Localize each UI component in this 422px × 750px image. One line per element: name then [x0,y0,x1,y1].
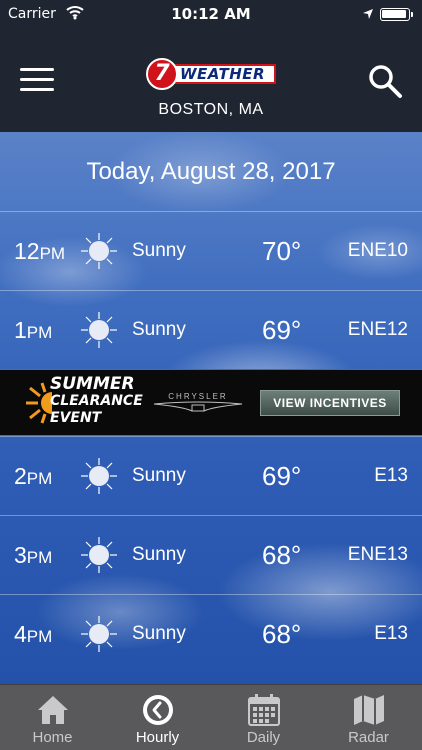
app-header: WEATHER 7 BOSTON, MA [0,28,422,132]
tab-daily[interactable]: Daily [211,685,316,750]
date-heading: Today, August 28, 2017 [86,158,336,185]
sun-icon [81,458,117,494]
hour-row[interactable]: 1PM Sunny 69° ENE12 [0,290,422,369]
temperature: 68° [262,540,302,570]
hour-row[interactable]: 12PM Sunny 70° ENE10 [0,211,422,290]
search-icon[interactable] [366,62,404,100]
tab-label: Daily [246,729,281,746]
tab-radar[interactable]: Radar [316,685,421,750]
sun-icon [81,312,117,348]
wind: ENE12 [347,319,408,340]
tab-label: Hourly [135,729,180,746]
tab-label: Radar [348,729,389,746]
hour-time: 2PM [14,463,53,489]
map-icon [354,695,384,725]
menu-icon[interactable] [20,68,54,94]
ad-headline: SUMMER CLEARANCE EVENT [50,374,143,427]
sun-icon [81,616,117,652]
hour-time: 4PM [14,621,53,647]
status-bar: Carrier 10:12 AM [0,0,422,28]
wind: ENE10 [347,240,408,261]
sun-icon [81,233,117,269]
condition: Sunny [132,319,186,340]
sun-icon [81,537,117,573]
location-label: BOSTON, MA [158,101,264,118]
temperature: 70° [262,236,302,266]
logo-badge: 7 [146,58,178,90]
hour-time: 3PM [14,542,53,568]
ad-brand: CHRYSLER [168,392,228,401]
temperature: 68° [262,619,302,649]
wind: E13 [374,623,408,644]
clock: 10:12 AM [171,5,251,23]
ad-banner[interactable]: SUMMER CLEARANCE EVENT CHRYSLER VIEW INC… [0,369,422,436]
hour-row[interactable]: 3PM Sunny 68° ENE13 [0,515,422,594]
clock-icon [143,695,173,725]
condition: Sunny [132,623,186,644]
hour-time: 12PM [14,238,66,264]
wind: ENE13 [347,544,408,565]
tab-home[interactable]: Home [0,685,105,750]
tab-hourly[interactable]: Hourly [105,685,210,750]
station-logo: WEATHER 7 [146,56,278,92]
hour-time: 1PM [14,317,53,343]
battery-icon [380,8,413,21]
logo-wordmark: WEATHER [168,64,276,84]
tab-bar: Home Hourly Daily Radar [0,684,422,750]
ad-sun-graphic [26,382,52,424]
temperature: 69° [262,461,302,491]
hourly-forecast[interactable]: Today, August 28, 2017 12PM Sunny 70° EN… [0,132,422,684]
hour-row[interactable]: 4PM Sunny 68° E13 [0,594,422,673]
view-incentives-button[interactable]: VIEW INCENTIVES [260,390,400,416]
calendar-icon [248,694,280,726]
condition: Sunny [132,240,186,261]
condition: Sunny [132,544,186,565]
brand-wings-logo [153,401,243,412]
home-icon [38,696,68,724]
hour-row[interactable]: 2PM Sunny 69° E13 [0,436,422,515]
tab-label: Home [32,729,73,746]
condition: Sunny [132,465,186,486]
location-arrow-icon [363,9,373,19]
wind: E13 [374,465,408,486]
temperature: 69° [262,315,302,345]
